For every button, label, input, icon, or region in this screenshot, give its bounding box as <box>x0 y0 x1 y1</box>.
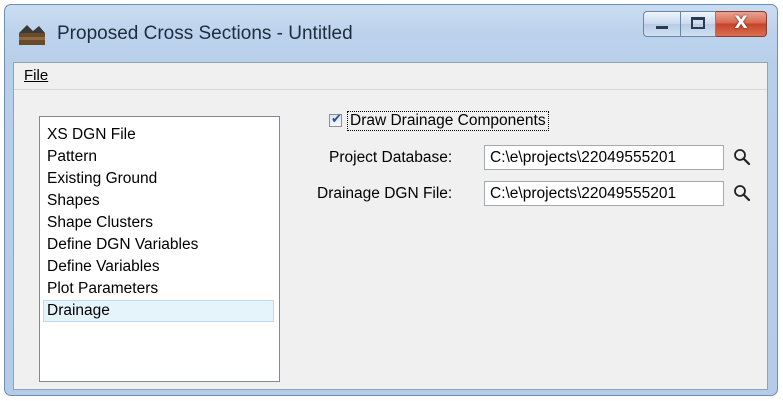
list-item-shape-clusters[interactable]: Shape Clusters <box>43 212 274 234</box>
search-icon[interactable] <box>733 184 751 202</box>
window-controls: X <box>643 11 767 37</box>
list-item-shapes[interactable]: Shapes <box>43 190 274 212</box>
window-title: Proposed Cross Sections - Untitled <box>57 23 353 44</box>
app-icon <box>19 25 45 45</box>
draw-drainage-checkbox[interactable]: ✔ <box>329 112 342 127</box>
list-item-pattern[interactable]: Pattern <box>43 146 274 168</box>
menu-file-label: File <box>24 67 49 84</box>
list-item-plot-parameters[interactable]: Plot Parameters <box>43 278 274 300</box>
maximize-icon <box>691 17 705 29</box>
search-icon[interactable] <box>733 148 751 166</box>
title-bar[interactable]: Proposed Cross Sections - Untitled X <box>5 5 777 63</box>
drainage-dgn-file-label: Drainage DGN File: <box>317 185 453 202</box>
check-icon: ✔ <box>331 112 342 127</box>
draw-drainage-label[interactable]: Draw Drainage Components <box>347 111 549 131</box>
list-item-existing-ground[interactable]: Existing Ground <box>43 168 274 190</box>
project-database-input[interactable]: C:\e\projects\22049555201 <box>484 145 724 170</box>
project-database-label: Project Database: <box>329 149 453 166</box>
menu-file[interactable]: File <box>21 67 51 84</box>
list-item-xs-dgn-file[interactable]: XS DGN File <box>43 124 274 146</box>
sections-list[interactable]: XS DGN File Pattern Existing Ground Shap… <box>39 116 280 382</box>
drainage-dgn-file-input[interactable]: C:\e\projects\22049555201 <box>484 181 724 206</box>
menu-bar: File <box>14 63 767 90</box>
close-button[interactable]: X <box>716 11 767 37</box>
list-item-drainage[interactable]: Drainage <box>43 300 274 322</box>
minimize-button[interactable] <box>643 11 681 37</box>
list-item-define-variables[interactable]: Define Variables <box>43 256 274 278</box>
maximize-button[interactable] <box>681 11 716 37</box>
list-item-define-dgn-variables[interactable]: Define DGN Variables <box>43 234 274 256</box>
close-icon: X <box>734 13 748 33</box>
minimize-icon <box>656 26 668 29</box>
